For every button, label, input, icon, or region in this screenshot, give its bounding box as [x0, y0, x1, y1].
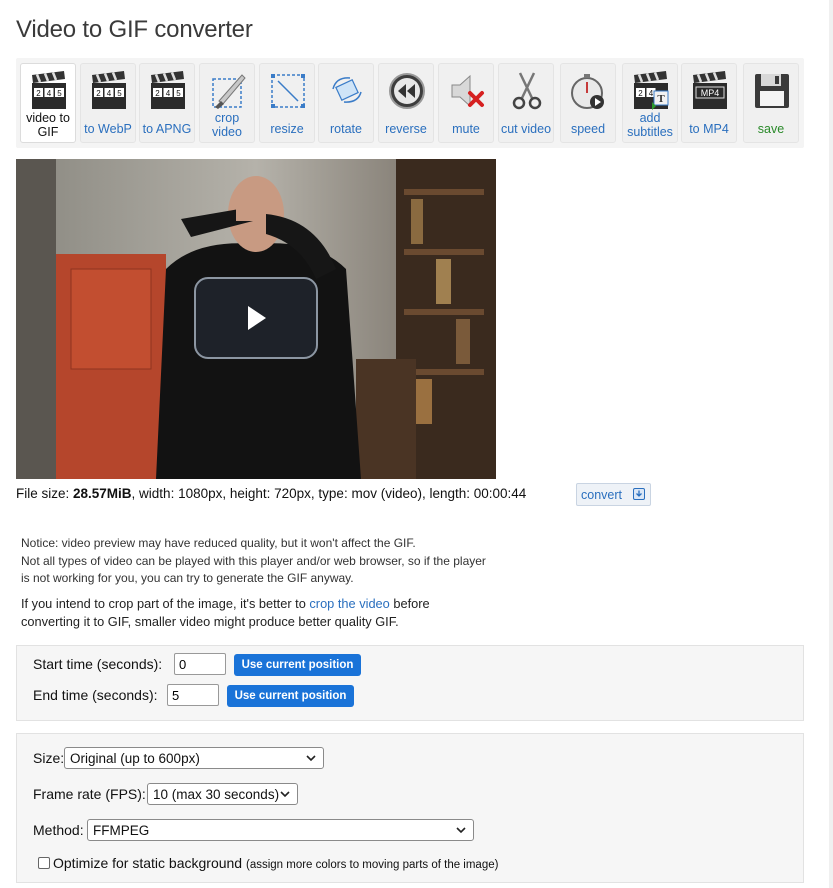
notice-line: Notice: video preview may have reduced q…	[21, 536, 416, 550]
file-info: File size: 28.57MiB, width: 1080px, heig…	[16, 486, 526, 501]
method-select[interactable]: FFMPEG	[87, 819, 474, 841]
svg-text:T: T	[657, 93, 665, 105]
tool-label: crop video	[212, 111, 242, 139]
scrollbar-track[interactable]	[829, 0, 833, 888]
crop-tip-text: converting it to GIF, smaller video migh…	[21, 614, 399, 629]
tool-label: mute	[452, 122, 480, 136]
fps-select[interactable]: 10 (max 30 seconds)	[147, 783, 298, 805]
tool-reverse[interactable]: reverse	[378, 63, 434, 143]
time-range-panel: Start time (seconds): Use current positi…	[16, 645, 804, 721]
method-label: Method:	[33, 822, 84, 838]
tool-speed[interactable]: speed	[560, 63, 616, 143]
floppy-disk-icon	[755, 74, 789, 108]
svg-text:2: 2	[638, 89, 643, 98]
svg-text:5: 5	[176, 89, 181, 98]
tool-label: reverse	[385, 122, 427, 136]
svg-text:2: 2	[96, 89, 101, 98]
method-select-value: FFMPEG	[93, 823, 150, 838]
use-current-position-start-button[interactable]: Use current position	[234, 654, 361, 676]
options-panel: Size: Original (up to 600px) Frame rate …	[16, 733, 804, 883]
file-size-label: File size:	[16, 486, 74, 501]
rotate-icon	[332, 77, 362, 103]
optimize-background-note: (assign more colors to moving parts of t…	[245, 859, 499, 871]
tool-crop-video[interactable]: crop video	[199, 63, 255, 143]
tool-label: save	[757, 122, 785, 136]
crop-tip-text: before	[389, 596, 430, 611]
optimize-background-checkbox[interactable]	[38, 857, 50, 869]
chevron-down-icon	[280, 791, 290, 798]
svg-text:5: 5	[117, 89, 122, 98]
tool-mute[interactable]: mute	[438, 63, 494, 143]
mute-speaker-icon	[451, 74, 484, 108]
svg-text:4: 4	[47, 89, 52, 98]
page-title: Video to GIF converter	[16, 16, 253, 43]
tool-rotate[interactable]: rotate	[318, 63, 374, 143]
chevron-down-icon	[306, 755, 316, 762]
tool-resize[interactable]: resize	[259, 63, 315, 143]
tool-video-to-gif[interactable]: 245 2 4 5 video to GIF	[20, 63, 76, 143]
optimize-background-label: Optimize for static background (assign m…	[53, 855, 499, 871]
tool-to-apng[interactable]: 2 4 5 to APNG	[139, 63, 195, 143]
tool-cut-video[interactable]: cut video	[498, 63, 554, 143]
rewind-icon	[389, 73, 425, 109]
resize-icon	[271, 74, 305, 108]
tool-label: rotate	[330, 122, 362, 136]
start-time-input[interactable]	[174, 653, 226, 675]
crop-knife-icon	[212, 74, 246, 109]
convert-label: convert	[581, 488, 622, 502]
video-player[interactable]	[16, 159, 496, 479]
clapperboard-245-icon: 2 4 5	[151, 71, 185, 109]
fps-select-value: 10 (max 30 seconds)	[153, 787, 280, 802]
crop-tip-text: If you intend to crop part of the image,…	[21, 596, 310, 611]
tool-save[interactable]: save	[743, 63, 799, 143]
crop-video-link[interactable]: crop the video	[309, 596, 389, 611]
play-icon	[248, 306, 266, 330]
download-arrow-icon	[633, 488, 645, 500]
tool-to-webp[interactable]: 2 4 5 to WebP	[80, 63, 136, 143]
preview-notice: Notice: video preview may have reduced q…	[21, 535, 486, 588]
svg-text:2: 2	[36, 89, 41, 98]
clapperboard-subtitles-icon: 2 4 T	[634, 71, 669, 110]
crop-tip: If you intend to crop part of the image,…	[21, 595, 430, 631]
clapperboard-245-icon: 245 2 4 5	[32, 71, 66, 109]
end-time-label: End time (seconds):	[33, 687, 158, 703]
size-label: Size:	[33, 750, 65, 766]
use-current-position-end-button[interactable]: Use current position	[227, 685, 354, 707]
size-select-value: Original (up to 600px)	[70, 751, 200, 766]
tool-label: cut video	[500, 122, 552, 136]
tool-label: to MP4	[689, 122, 729, 136]
tool-label: video to GIF	[26, 111, 70, 139]
tool-label: to WebP	[84, 122, 132, 136]
svg-text:4: 4	[107, 89, 112, 98]
tool-label: resize	[270, 122, 304, 136]
notice-line: is not working for you, you can try to g…	[21, 571, 354, 585]
scissors-icon	[512, 72, 542, 110]
fps-label: Frame rate (FPS):	[33, 786, 146, 802]
svg-text:5: 5	[57, 89, 62, 98]
chevron-down-icon	[456, 827, 466, 834]
tool-label: speed	[570, 122, 606, 136]
clapperboard-mp4-icon: MP4	[693, 71, 727, 109]
svg-text:4: 4	[166, 89, 171, 98]
start-time-label: Start time (seconds):	[33, 656, 163, 672]
size-select[interactable]: Original (up to 600px)	[64, 747, 324, 769]
file-details: , width: 1080px, height: 720px, type: mo…	[131, 486, 527, 501]
end-time-input[interactable]	[167, 684, 219, 706]
stopwatch-icon	[571, 74, 604, 109]
play-button[interactable]	[194, 277, 318, 359]
notice-line: Not all types of video can be played wit…	[21, 553, 486, 568]
tool-add-subtitles[interactable]: 2 4 T add subtitles	[622, 63, 678, 143]
file-size-value: 28.57MiB	[73, 486, 132, 501]
tool-toolbar: 245 2 4 5 video to GIF 2 4 5 to WebP 2 4…	[16, 58, 804, 148]
svg-text:4: 4	[649, 89, 654, 98]
svg-text:2: 2	[155, 89, 160, 98]
clapperboard-245-icon: 2 4 5	[92, 71, 126, 109]
tool-label: add subtitles	[627, 111, 673, 139]
tool-label: to APNG	[142, 122, 192, 136]
svg-text:MP4: MP4	[701, 88, 720, 98]
convert-button[interactable]: convert	[576, 483, 651, 506]
tool-to-mp4[interactable]: MP4 to MP4	[681, 63, 737, 143]
